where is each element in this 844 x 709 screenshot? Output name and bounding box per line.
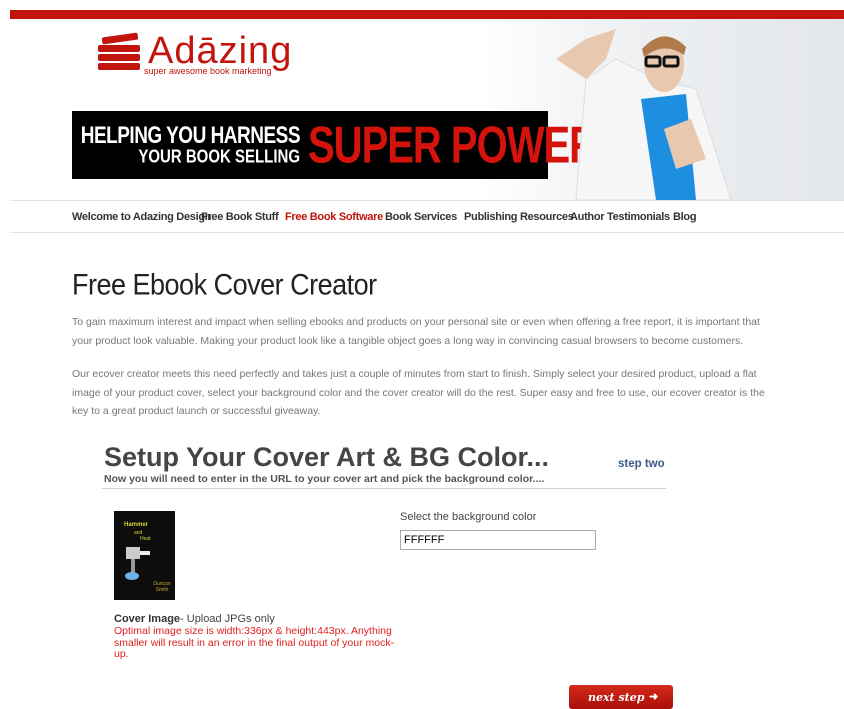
site-logo[interactable]: Adāzing [98, 31, 292, 71]
nav-free-book-stuff[interactable]: Free Book Stuff [201, 211, 279, 223]
top-accent-bar [10, 10, 844, 19]
arrow-right-icon: ➜ [649, 690, 659, 703]
setup-subheading: Now you will need to enter in the URL to… [104, 473, 545, 485]
bg-color-input[interactable] [400, 530, 596, 550]
setup-heading: Setup Your Cover Art & BG Color... [104, 442, 550, 472]
main-nav: Welcome to Adazing Design Free Book Stuf… [10, 200, 844, 233]
cover-thumb-word: Heat [140, 536, 151, 542]
logo-tagline: super awesome book marketing [144, 66, 272, 76]
next-step-button[interactable]: next step ➜ [569, 685, 673, 709]
books-logo-icon [98, 31, 144, 71]
page-title: Free Ebook Cover Creator [72, 268, 377, 301]
cover-thumb-title: Hammer [124, 522, 149, 528]
cover-image-label: Cover Image- Upload JPGs only [114, 613, 275, 625]
header-hero: Adāzing super awesome book marketing HEL… [10, 19, 844, 200]
cover-image-label-rest: - Upload JPGs only [180, 613, 275, 625]
description-paragraph: Our ecover creator meets this need perfe… [72, 368, 765, 417]
nav-free-book-software[interactable]: Free Book Software [285, 211, 383, 223]
logo-wordmark: Adāzing [148, 30, 293, 72]
banner-line-2: YOUR BOOK SELLING [138, 147, 300, 168]
nav-welcome[interactable]: Welcome to Adazing Design [72, 211, 211, 223]
nav-book-services[interactable]: Book Services [385, 211, 457, 223]
step-indicator: step two [618, 458, 665, 470]
next-step-label: next step [588, 691, 645, 704]
cover-size-warning: Optimal image size is width:336px & heig… [114, 625, 395, 660]
nav-blog[interactable]: Blog [673, 211, 697, 223]
hammer-icon [125, 547, 150, 580]
cover-thumb-author: Duncan Smith [153, 581, 171, 593]
nav-author-testimonials[interactable]: Author Testimonials [570, 211, 670, 223]
cover-image-label-bold: Cover Image [114, 613, 181, 625]
nav-publishing-resources[interactable]: Publishing Resources [464, 211, 574, 223]
intro-paragraph: To gain maximum interest and impact when… [72, 316, 760, 347]
cover-image-preview[interactable]: Hammer and Heat Duncan Smith [114, 511, 175, 600]
bg-color-label: Select the background color [400, 511, 537, 523]
hero-man-image [556, 29, 732, 200]
hero-banner: HELPING YOU HARNESS YOUR BOOK SELLING SU… [72, 111, 624, 179]
divider [102, 488, 666, 489]
